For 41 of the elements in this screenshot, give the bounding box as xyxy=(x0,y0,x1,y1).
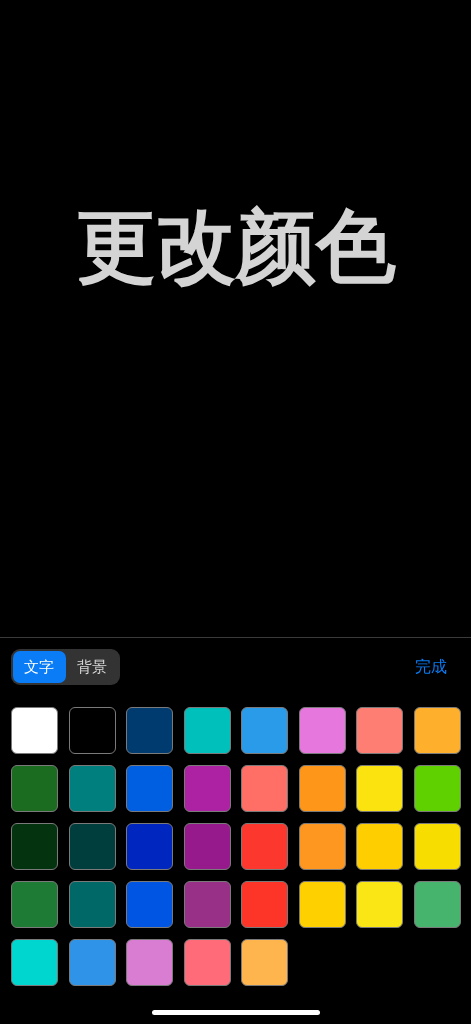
color-swatch[interactable] xyxy=(298,881,346,928)
color-swatch[interactable] xyxy=(298,823,346,870)
color-swatch[interactable] xyxy=(413,707,461,754)
color-swatch[interactable] xyxy=(241,939,288,986)
color-swatch[interactable] xyxy=(183,707,231,754)
color-swatch[interactable] xyxy=(413,823,461,870)
color-swatch[interactable] xyxy=(356,881,403,928)
color-swatch[interactable] xyxy=(183,939,231,986)
color-swatch[interactable] xyxy=(413,765,461,812)
color-swatch[interactable] xyxy=(11,939,58,986)
segment-tab[interactable]: 文字 xyxy=(13,651,66,683)
color-swatch[interactable] xyxy=(11,707,58,754)
color-swatch[interactable] xyxy=(126,823,173,870)
color-swatch[interactable] xyxy=(241,823,288,870)
done-button[interactable]: 完成 xyxy=(415,655,447,679)
color-swatch[interactable] xyxy=(413,881,461,928)
color-swatch[interactable] xyxy=(183,765,231,812)
color-swatch[interactable] xyxy=(126,881,173,928)
segment-tab[interactable]: 背景 xyxy=(65,651,118,683)
color-swatch[interactable] xyxy=(241,707,288,754)
color-swatch[interactable] xyxy=(183,823,231,870)
color-swatch[interactable] xyxy=(11,881,58,928)
color-swatch[interactable] xyxy=(68,823,116,870)
color-swatch[interactable] xyxy=(68,939,116,986)
color-swatch[interactable] xyxy=(298,707,346,754)
color-swatch[interactable] xyxy=(68,707,116,754)
color-swatch[interactable] xyxy=(126,765,173,812)
color-swatch[interactable] xyxy=(356,707,403,754)
color-swatch[interactable] xyxy=(241,765,288,812)
color-swatch[interactable] xyxy=(68,765,116,812)
preview-text: 更改颜色 xyxy=(75,206,396,287)
color-swatch[interactable] xyxy=(11,823,58,870)
color-swatch[interactable] xyxy=(11,765,58,812)
color-swatch[interactable] xyxy=(356,823,403,870)
color-swatch[interactable] xyxy=(183,881,231,928)
color-swatch[interactable] xyxy=(356,765,403,812)
color-swatch[interactable] xyxy=(298,765,346,812)
color-swatch[interactable] xyxy=(126,939,173,986)
color-swatch[interactable] xyxy=(68,881,116,928)
color-swatch[interactable] xyxy=(241,881,288,928)
color-swatch[interactable] xyxy=(126,707,173,754)
